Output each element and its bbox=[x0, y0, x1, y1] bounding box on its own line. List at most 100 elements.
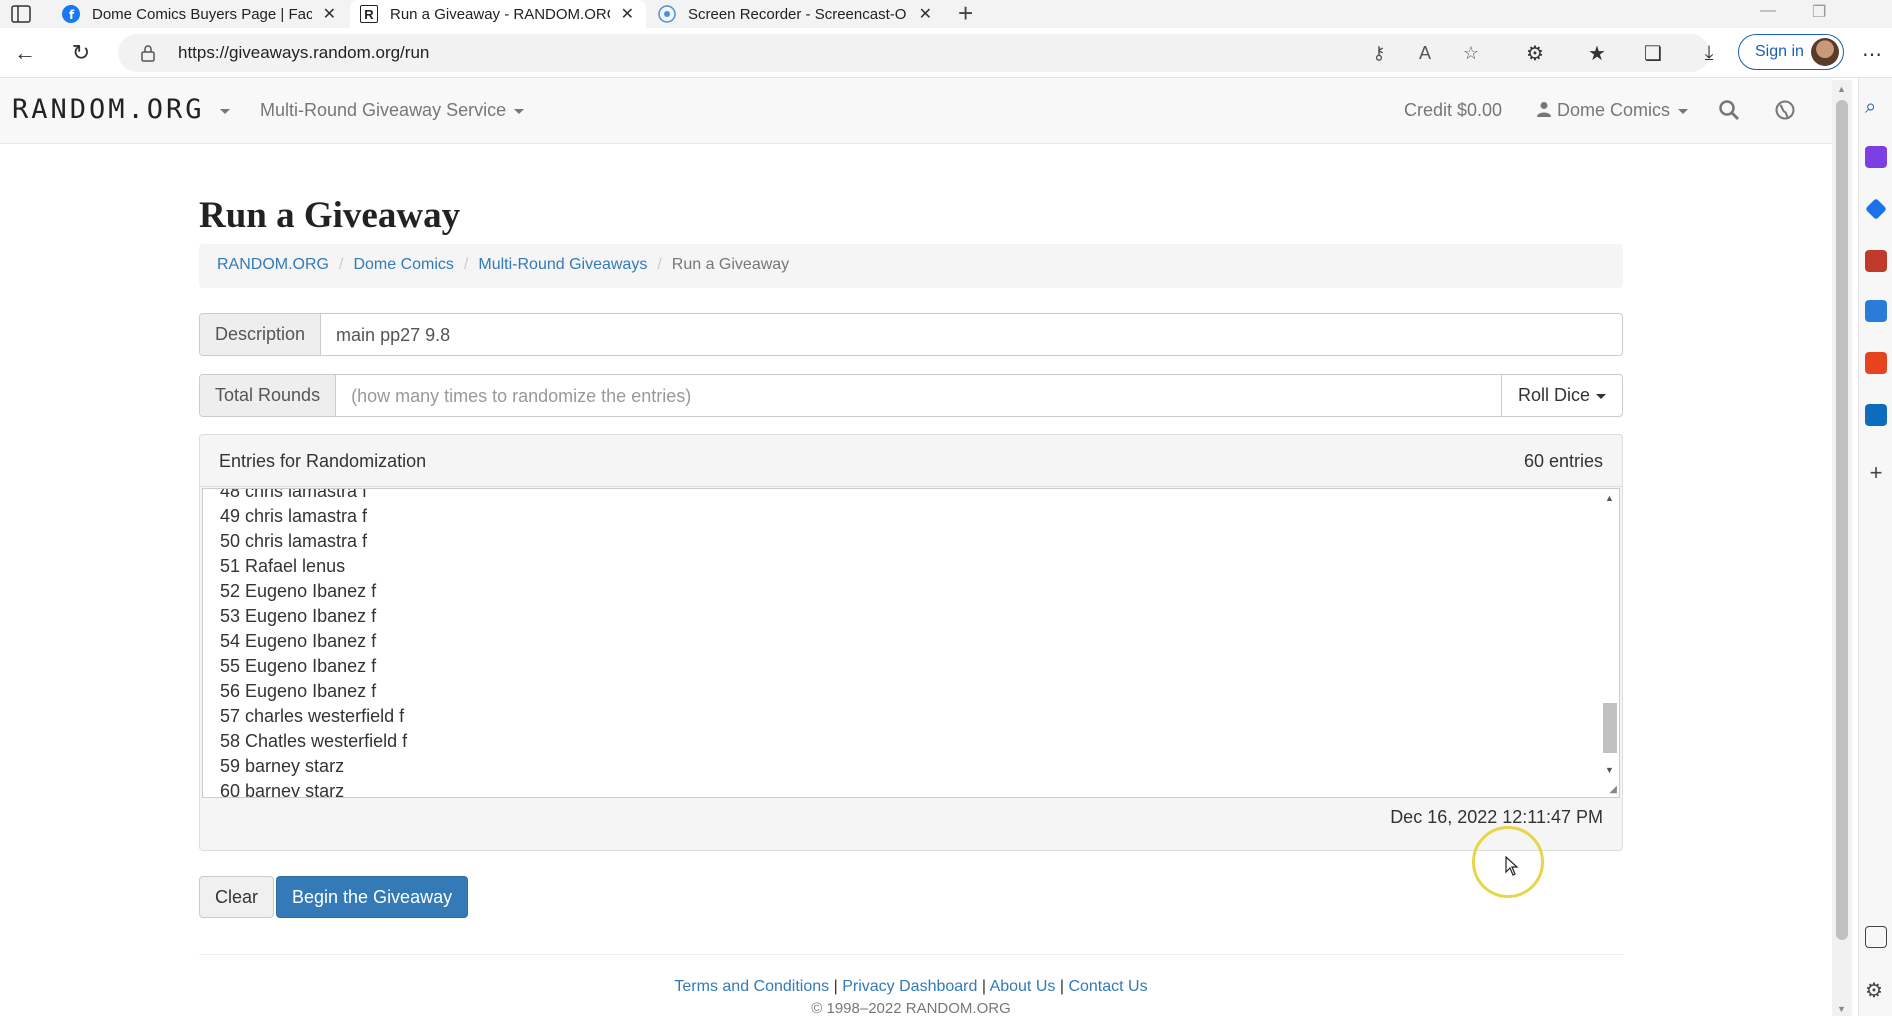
page-scrollbar[interactable]: ▲ ▼ bbox=[1832, 80, 1852, 1016]
total-rounds-label: Total Rounds bbox=[200, 375, 337, 416]
breadcrumb-separator: / bbox=[657, 256, 662, 273]
account-menu[interactable]: Dome Comics bbox=[1536, 100, 1689, 121]
list-item: 50 chris lamastra f bbox=[220, 531, 368, 551]
entries-textarea[interactable]: 48 chris lamastra f 49 chris lamastra f … bbox=[202, 488, 1620, 798]
service-menu[interactable]: Multi-Round Giveaway Service bbox=[260, 100, 525, 121]
back-icon[interactable]: ← bbox=[12, 40, 38, 66]
shopping-tag-icon[interactable] bbox=[1865, 198, 1887, 220]
footer-separator: | bbox=[833, 978, 838, 995]
tab-actions-icon[interactable] bbox=[10, 4, 32, 24]
tab-screencast[interactable]: Screen Recorder - Screencast-O ✕ bbox=[648, 0, 944, 28]
credit-link[interactable]: Credit $0.00 bbox=[1404, 100, 1502, 121]
search-icon[interactable]: ⌕ bbox=[1865, 96, 1887, 118]
hide-sidebar-icon[interactable] bbox=[1865, 926, 1887, 948]
entries-scrollbar[interactable]: ▲ ▼ bbox=[1599, 489, 1619, 797]
chevron-down-icon bbox=[1678, 108, 1689, 114]
breadcrumb-random-org[interactable]: RANDOM.ORG bbox=[217, 256, 329, 273]
globe-icon[interactable] bbox=[1774, 99, 1796, 121]
divider bbox=[199, 954, 1623, 955]
office-icon[interactable] bbox=[1865, 352, 1887, 374]
close-icon[interactable]: ✕ bbox=[323, 4, 336, 24]
close-icon[interactable]: ✕ bbox=[919, 4, 932, 24]
collections-icon[interactable]: ❏ bbox=[1640, 40, 1666, 66]
footer-links: Terms and Conditions | Privacy Dashboard… bbox=[199, 978, 1623, 996]
url-text[interactable]: https://giveaways.random.org/run bbox=[178, 43, 429, 63]
scroll-up-icon[interactable]: ▲ bbox=[1837, 84, 1846, 94]
refresh-icon[interactable]: ↻ bbox=[68, 40, 94, 66]
copyright: © 1998–2022 RANDOM.ORG bbox=[811, 1000, 1011, 1017]
search-icon[interactable] bbox=[1718, 99, 1740, 121]
entries-heading: Entries for Randomization bbox=[219, 451, 427, 471]
resize-grip-icon[interactable]: ◢ bbox=[1609, 784, 1617, 795]
list-item: 57 charles westerfield f bbox=[220, 706, 405, 726]
breadcrumb-multi-round-giveaways[interactable]: Multi-Round Giveaways bbox=[478, 256, 647, 273]
tab-random-org[interactable]: R Run a Giveaway - RANDOM.ORG ✕ bbox=[350, 0, 646, 28]
restore-icon[interactable]: ❐ bbox=[1812, 2, 1826, 22]
list-item: 59 barney starz bbox=[220, 756, 345, 776]
description-label: Description bbox=[200, 314, 322, 355]
list-item: 60 barney starz bbox=[220, 779, 407, 798]
outlook-icon[interactable] bbox=[1865, 404, 1887, 426]
lock-icon[interactable] bbox=[140, 44, 156, 62]
timestamp: Dec 16, 2022 12:11:47 PM bbox=[1390, 807, 1603, 827]
page-title: Run a Giveaway bbox=[199, 195, 461, 236]
read-aloud-icon[interactable]: A bbox=[1414, 42, 1436, 64]
password-key-icon[interactable]: ⚷ bbox=[1368, 42, 1390, 64]
scroll-up-icon[interactable]: ▲ bbox=[1605, 493, 1614, 503]
tab-label: Screen Recorder - Screencast-O bbox=[688, 5, 907, 23]
tab-label: Dome Comics Buyers Page | Face bbox=[92, 5, 312, 23]
minimize-icon[interactable]: — bbox=[1760, 2, 1776, 20]
entries-list: 48 chris lamastra f 49 chris lamastra f … bbox=[220, 489, 408, 798]
description-group: Description main pp27 9.8 bbox=[199, 313, 1623, 356]
clear-button[interactable]: Clear bbox=[199, 876, 275, 918]
page-scrollbar-thumb[interactable] bbox=[1836, 100, 1848, 940]
add-icon[interactable]: + bbox=[1865, 462, 1887, 484]
list-item: 54 Eugeno Ibanez f bbox=[220, 631, 377, 651]
sign-in-button[interactable]: Sign in bbox=[1738, 34, 1844, 70]
breadcrumb-separator: / bbox=[339, 256, 344, 273]
footer-separator: | bbox=[1059, 978, 1064, 995]
breadcrumb-dome-comics[interactable]: Dome Comics bbox=[353, 256, 453, 273]
chevron-down-icon bbox=[514, 108, 525, 114]
roll-dice-button[interactable]: Roll Dice bbox=[1500, 375, 1622, 416]
extensions-icon[interactable]: ⚙ bbox=[1522, 40, 1548, 66]
about-us-link[interactable]: About Us bbox=[990, 978, 1056, 995]
total-rounds-input[interactable]: (how many times to randomize the entries… bbox=[336, 375, 1501, 416]
list-item: 49 chris lamastra f bbox=[220, 506, 368, 526]
entries-panel: Entries for Randomization 60 entries 48 … bbox=[199, 434, 1623, 851]
scroll-down-icon[interactable]: ▼ bbox=[1605, 765, 1614, 775]
close-icon[interactable]: ✕ bbox=[621, 4, 634, 24]
user-icon bbox=[1537, 102, 1551, 117]
games-icon[interactable] bbox=[1865, 300, 1887, 322]
scroll-down-icon[interactable]: ▼ bbox=[1837, 1004, 1846, 1014]
brand-logo[interactable]: RANDOM.ORG bbox=[12, 94, 205, 125]
avatar bbox=[1811, 38, 1839, 66]
privacy-dashboard-link[interactable]: Privacy Dashboard bbox=[842, 978, 977, 995]
list-item: 58 Chatles westerfield f bbox=[220, 731, 408, 751]
downloads-icon[interactable]: ⤓ bbox=[1696, 40, 1722, 66]
begin-giveaway-button[interactable]: Begin the Giveaway bbox=[276, 876, 469, 918]
tab-facebook[interactable]: f Dome Comics Buyers Page | Face ✕ bbox=[52, 0, 348, 28]
chevron-down-icon bbox=[1596, 393, 1606, 399]
new-tab-icon[interactable]: + bbox=[958, 0, 973, 26]
add-favorite-icon[interactable]: ☆ bbox=[1460, 42, 1482, 64]
copilot-icon[interactable] bbox=[1865, 146, 1887, 168]
description-input[interactable]: main pp27 9.8 bbox=[321, 314, 1622, 355]
favorites-icon[interactable]: ★ bbox=[1584, 40, 1610, 66]
more-options-icon[interactable]: ⋯ bbox=[1862, 42, 1882, 67]
terms-link[interactable]: Terms and Conditions bbox=[674, 978, 829, 995]
chevron-down-icon[interactable] bbox=[220, 109, 230, 114]
contact-us-link[interactable]: Contact Us bbox=[1068, 978, 1147, 995]
address-bar[interactable]: https://giveaways.random.org/run ⚷ A ☆ bbox=[118, 34, 1710, 72]
entries-panel-heading: Entries for Randomization 60 entries bbox=[200, 435, 1622, 487]
mouse-cursor-icon bbox=[1505, 856, 1519, 876]
list-item-text: 60 barney bbox=[220, 781, 306, 798]
tools-icon[interactable] bbox=[1865, 250, 1887, 272]
entries-scrollbar-thumb[interactable] bbox=[1603, 703, 1617, 753]
list-item: 53 Eugeno Ibanez f bbox=[220, 606, 377, 626]
list-item: 51 Rafael lenus bbox=[220, 556, 346, 576]
roll-dice-label: Roll Dice bbox=[1517, 385, 1590, 405]
settings-gear-icon[interactable]: ⚙ bbox=[1865, 978, 1887, 1002]
total-rounds-group: Total Rounds (how many times to randomiz… bbox=[199, 374, 1623, 417]
facebook-icon: f bbox=[62, 5, 80, 23]
